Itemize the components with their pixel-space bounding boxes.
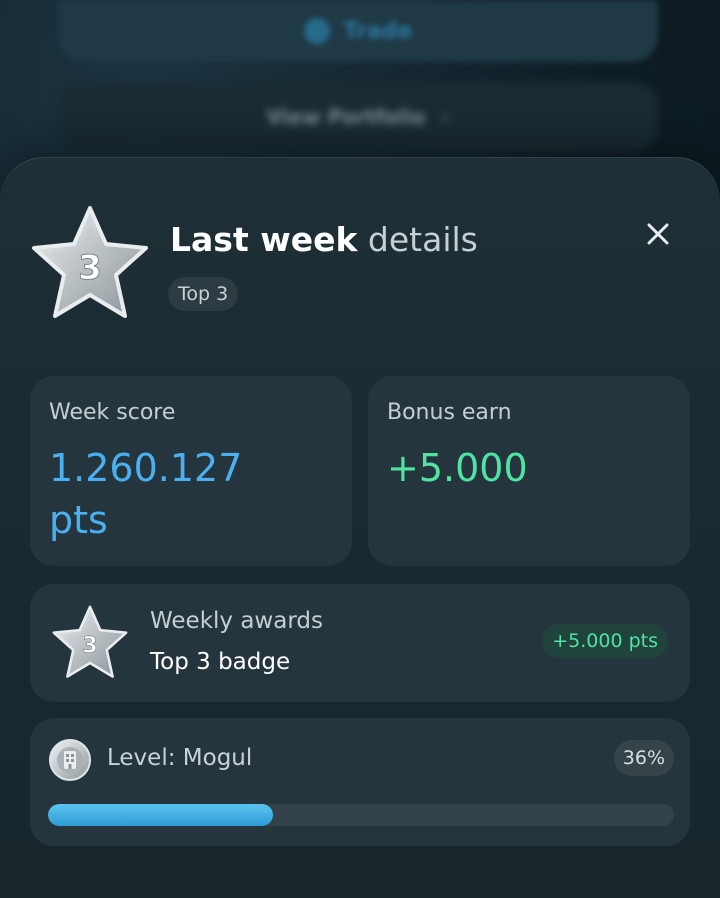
background-trade-label: Trade xyxy=(343,18,413,44)
sheet-title: Last week details xyxy=(170,220,478,259)
award-name: Top 3 badge xyxy=(150,649,291,675)
background-portfolio-button: View Portfolio › xyxy=(58,82,658,152)
level-label: Level: Mogul xyxy=(107,745,253,771)
rank-chip: Top 3 xyxy=(168,277,239,311)
week-score-card: Week score 1.260.127 pts xyxy=(30,376,352,566)
bonus-earn-label: Bonus earn xyxy=(387,400,512,425)
background-portfolio-label: View Portfolio xyxy=(266,105,426,129)
level-card: Level: Mogul 36% xyxy=(30,718,690,846)
award-badge-number: 3 xyxy=(82,634,97,659)
rank-star-icon: 3 xyxy=(32,206,148,318)
week-score-value: 1.260.127 pts xyxy=(49,446,243,542)
award-points-chip: +5.000 pts xyxy=(542,624,668,658)
trade-icon xyxy=(303,18,330,44)
title-light: details xyxy=(367,220,478,259)
background-trade-button: Trade xyxy=(58,0,658,62)
rank-number: 3 xyxy=(78,248,102,288)
bonus-earn-value: +5.000 xyxy=(387,446,528,490)
level-progress-fill xyxy=(48,804,274,826)
award-star-icon: 3 xyxy=(52,605,128,678)
close-button[interactable] xyxy=(636,212,680,256)
level-percent-chip: 36% xyxy=(613,740,674,776)
chevron-right-icon: › xyxy=(441,105,450,129)
level-progress-bar xyxy=(48,804,674,826)
level-building-icon xyxy=(49,739,91,781)
weekly-awards-title: Weekly awards xyxy=(150,608,323,634)
title-bold: Last week xyxy=(170,220,358,259)
week-score-label: Week score xyxy=(49,400,176,425)
weekly-awards-card: 3 Weekly awards Top 3 badge +5.000 pts xyxy=(30,584,690,702)
close-icon xyxy=(647,223,669,245)
bonus-earn-card: Bonus earn +5.000 xyxy=(368,376,690,566)
